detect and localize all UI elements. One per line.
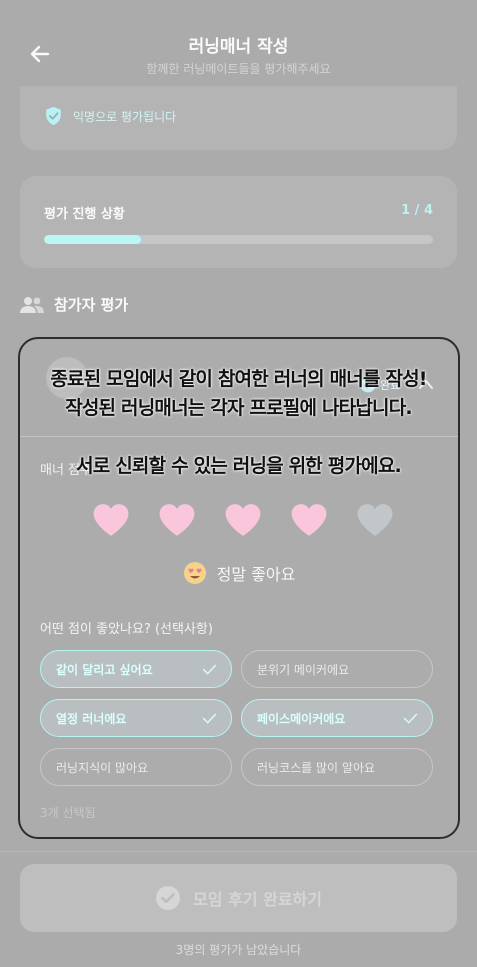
complete-review-button[interactable]: 모임 후기 완료하기 [20, 864, 457, 932]
footer-divider [0, 851, 477, 852]
feedback-option-label: 페이스메이커에요 [257, 711, 346, 726]
complete-review-label: 모임 후기 완료하기 [193, 890, 322, 909]
anonymous-notice-card: 익명으로 평가됩니다 [20, 86, 457, 150]
overlay-caption-line-3: 서로 신뢰할 수 있는 러닝을 위한 평가에요. [76, 455, 402, 477]
participants-heading-text: 참가자 평가 [54, 296, 129, 314]
progress-bar-fill [44, 235, 142, 244]
feedback-options: 같이 달리고 싶어요 분위기 메이커에요열정 러너에요 페이스메이커에요러닝지식이 … [40, 650, 434, 786]
check-icon [202, 713, 217, 724]
progress-bar [44, 235, 433, 244]
feedback-option-chip[interactable]: 러닝지식이 많아요 [40, 748, 232, 786]
page-title: 러닝매너 작성 [188, 37, 289, 57]
participants-heading: 참가자 평가 [20, 294, 128, 315]
feedback-option-label: 열정 러너에요 [56, 711, 127, 726]
feedback-option-label: 같이 달리고 싶어요 [56, 662, 153, 677]
rating-text: 정말 좋아요 [216, 565, 296, 584]
feedback-option-chip[interactable]: 같이 달리고 싶어요 [40, 650, 232, 688]
heart-empty-icon[interactable] [356, 502, 394, 538]
app-header: 러닝매너 작성 함께한 러닝메이트들을 평가해주세요 [0, 0, 477, 96]
progress-label: 평가 진행 상황 [44, 207, 125, 222]
progress-count: 1 / 4 [401, 203, 433, 218]
divider [20, 436, 458, 437]
heart-filled-icon[interactable] [92, 502, 130, 538]
feedback-question: 어떤 점이 좋았나요? (선택사항) [40, 622, 213, 637]
page-subtitle: 함께한 러닝메이트들을 평가해주세요 [146, 62, 331, 76]
check-circle-icon [156, 886, 181, 910]
check-icon [403, 713, 418, 724]
heart-eyes-emoji-icon [183, 562, 206, 584]
heart-rating [92, 502, 394, 538]
feedback-option-label: 러닝코스를 많이 알아요 [257, 760, 376, 775]
shield-check-icon [46, 106, 61, 126]
heart-filled-icon[interactable] [290, 502, 328, 538]
heart-filled-icon[interactable] [224, 502, 262, 538]
anonymous-notice-text: 익명으로 평가됩니다 [73, 109, 177, 124]
remaining-evaluations: 3명의 평가가 남았습니다 [175, 943, 302, 957]
heart-filled-icon[interactable] [158, 502, 196, 538]
overlay-caption-line-2: 작성된 러닝매너는 각자 프로필에 나타납니다. [65, 397, 412, 419]
selected-count: 3개 선택됨 [40, 806, 96, 820]
rating-description: 정말 좋아요 [20, 561, 458, 585]
feedback-option-label: 분위기 메이커에요 [257, 662, 350, 677]
people-icon [20, 296, 44, 313]
overlay-caption-line-1: 종료된 모임에서 같이 참여한 러너의 매너를 작성! [50, 368, 427, 390]
evaluation-progress-card: 평가 진행 상황 1 / 4 [20, 176, 457, 268]
feedback-option-chip[interactable]: 열정 러너에요 [40, 699, 232, 737]
feedback-option-label: 러닝지식이 많아요 [56, 760, 149, 775]
feedback-option-chip[interactable]: 페이스메이커에요 [241, 699, 433, 737]
feedback-option-chip[interactable]: 러닝코스를 많이 알아요 [241, 748, 433, 786]
feedback-option-chip[interactable]: 분위기 메이커에요 [241, 650, 433, 688]
check-icon [202, 664, 217, 675]
